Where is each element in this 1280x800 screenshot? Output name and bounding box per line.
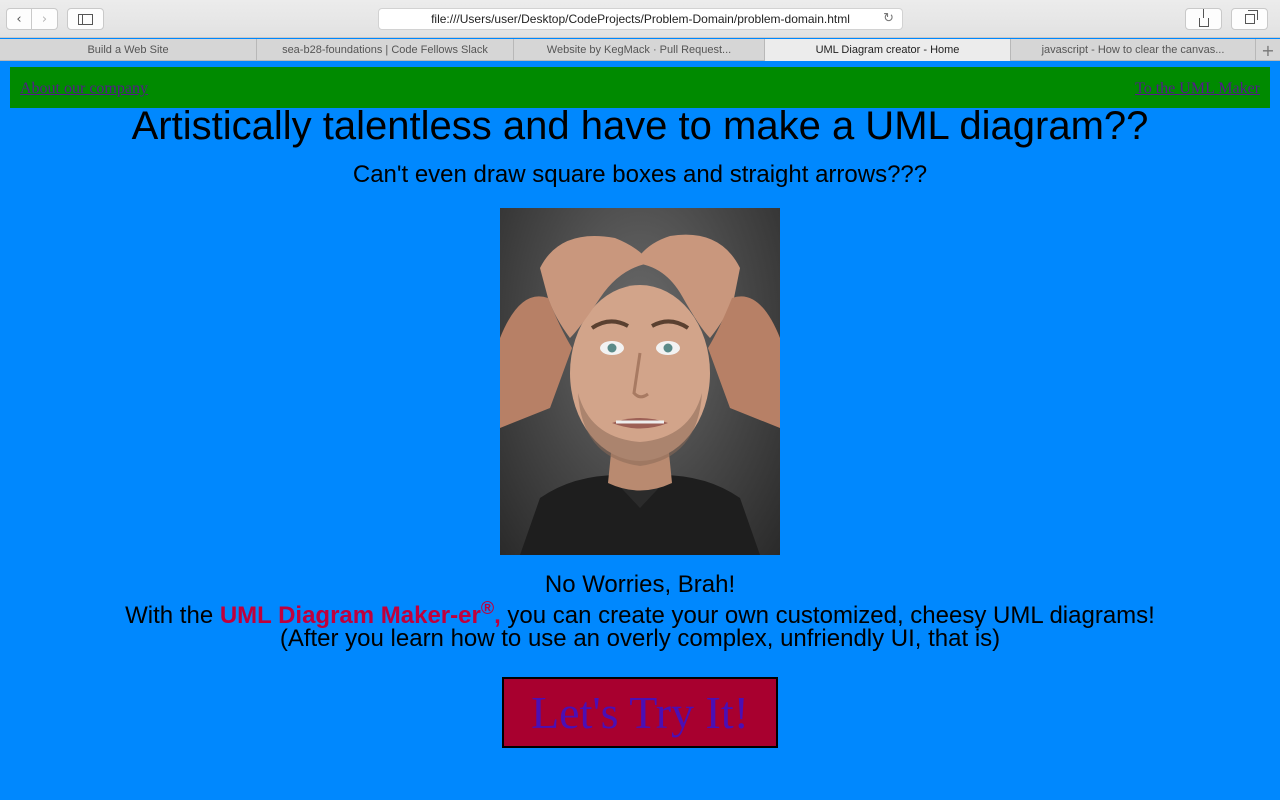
share-button[interactable] xyxy=(1185,8,1222,30)
browser-toolbar: ‹ › file:///Users/user/Desktop/CodeProje… xyxy=(0,0,1280,38)
tab-label: sea-b28-foundations | Code Fellows Slack xyxy=(282,44,488,56)
try-it-button[interactable]: Let's Try It! xyxy=(502,677,778,748)
chevron-right-icon: › xyxy=(41,11,48,27)
tab-label: javascript - How to clear the canvas... xyxy=(1041,44,1225,56)
share-icon xyxy=(1198,8,1209,27)
uml-maker-link[interactable]: To the UML Maker xyxy=(1135,80,1260,98)
back-button[interactable]: ‹ xyxy=(6,8,32,30)
tab-label: UML Diagram creator - Home xyxy=(815,44,960,56)
plus-icon: + xyxy=(1261,40,1275,60)
tab-build-web-site[interactable]: Build a Web Site xyxy=(0,39,257,61)
new-tab-button[interactable]: + xyxy=(1256,39,1280,61)
site-nav-bar: About our company To the UML Maker xyxy=(10,67,1270,108)
tab-overview-button[interactable] xyxy=(1231,8,1268,30)
registered-mark: ® xyxy=(480,598,495,618)
no-worries-text: No Worries, Brah! xyxy=(544,571,736,598)
url-text: file:///Users/user/Desktop/CodeProjects/… xyxy=(431,12,850,26)
tab-pull-request[interactable]: Website by KegMack · Pull Request... xyxy=(514,39,765,61)
address-bar[interactable]: file:///Users/user/Desktop/CodeProjects/… xyxy=(378,8,903,30)
about-company-link[interactable]: About our company xyxy=(20,80,148,98)
forward-button[interactable]: › xyxy=(32,8,58,30)
sidebar-icon xyxy=(78,13,93,25)
tab-label: Build a Web Site xyxy=(87,44,169,56)
tab-bar: Build a Web Site sea-b28-foundations | C… xyxy=(0,39,1280,61)
tab-slack[interactable]: sea-b28-foundations | Code Fellows Slack xyxy=(257,39,514,61)
history-nav: ‹ › xyxy=(6,8,58,30)
reload-icon[interactable]: ↻ xyxy=(883,11,894,26)
caveat-text: (After you learn how to use an overly co… xyxy=(279,625,1001,652)
page-subhead: Can't even draw square boxes and straigh… xyxy=(352,161,928,188)
sidebar-toggle-button[interactable] xyxy=(67,8,104,30)
tab-uml-home[interactable]: UML Diagram creator - Home xyxy=(765,39,1011,61)
tab-overview-icon xyxy=(1244,10,1258,24)
tab-javascript-canvas[interactable]: javascript - How to clear the canvas... xyxy=(1011,39,1256,61)
tab-label: Website by KegMack · Pull Request... xyxy=(546,44,732,56)
chevron-left-icon: ‹ xyxy=(16,11,22,27)
page-headline: Artistically talentless and have to make… xyxy=(131,104,1149,148)
stressed-man-photo xyxy=(500,208,780,555)
